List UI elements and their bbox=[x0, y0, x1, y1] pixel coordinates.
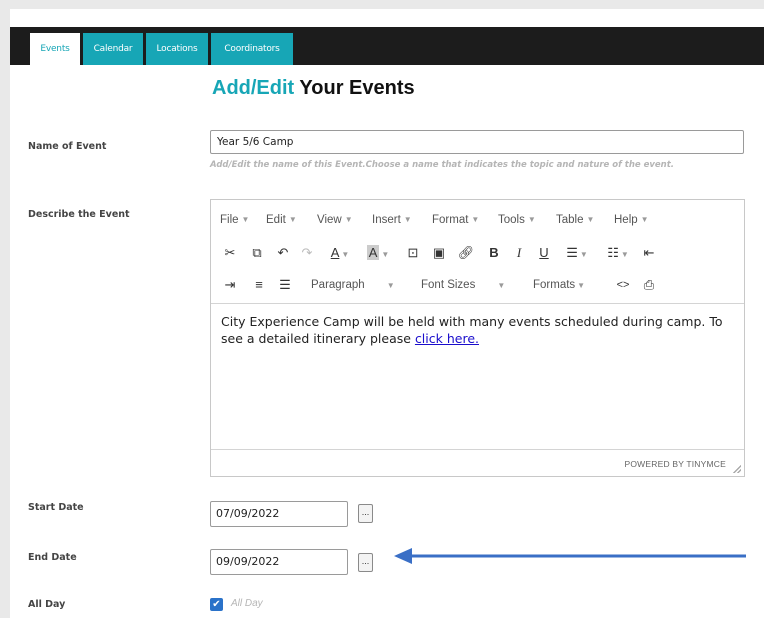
chevron-down-icon: ▼ bbox=[497, 281, 506, 290]
menu-table[interactable]: Table ▼ bbox=[556, 214, 594, 226]
name-of-event-label: Name of Event bbox=[28, 141, 107, 152]
menu-insert-label: Insert bbox=[372, 214, 401, 226]
describe-event-label: Describe the Event bbox=[28, 209, 130, 220]
numbered-list-icon[interactable]: ☷ ▼ bbox=[601, 242, 635, 264]
background-color-icon[interactable]: A ▼ bbox=[361, 242, 395, 264]
code-icon[interactable]: <> bbox=[613, 274, 633, 296]
menu-edit[interactable]: Edit ▼ bbox=[266, 214, 297, 226]
chevron-down-icon: ▼ bbox=[640, 215, 649, 224]
link-icon[interactable]: 🔗︎ bbox=[456, 242, 476, 264]
menu-edit-label: Edit bbox=[266, 214, 286, 226]
toolbar-divider bbox=[211, 303, 744, 304]
paragraph-select[interactable]: Paragraph ▼ bbox=[311, 274, 411, 296]
editor-statusbar: POWERED BY TINYMCE bbox=[211, 449, 744, 476]
menu-tools[interactable]: Tools ▼ bbox=[498, 214, 536, 226]
menu-file-label: File bbox=[220, 214, 239, 226]
align-left-icon[interactable]: ≡ bbox=[249, 274, 269, 296]
calendar-picker-icon: ... bbox=[361, 556, 370, 566]
bullet-list-icon[interactable]: ☰ ▼ bbox=[560, 242, 594, 264]
underline-icon[interactable]: U bbox=[534, 242, 554, 264]
tab-events[interactable]: Events bbox=[30, 33, 80, 65]
chevron-down-icon: ▼ bbox=[527, 215, 536, 224]
start-date-input[interactable]: 07/09/2022 bbox=[210, 501, 348, 527]
resize-handle-icon[interactable] bbox=[733, 465, 741, 473]
paragraph-select-label: Paragraph bbox=[311, 279, 365, 291]
annotation-arrow-icon bbox=[394, 548, 746, 564]
all-day-label: All Day bbox=[28, 599, 66, 610]
event-name-input[interactable]: Year 5/6 Camp bbox=[210, 130, 744, 154]
chevron-down-icon: ▼ bbox=[586, 215, 595, 224]
italic-icon[interactable]: I bbox=[509, 242, 529, 264]
chevron-down-icon: ▼ bbox=[288, 215, 297, 224]
menu-help[interactable]: Help ▼ bbox=[614, 214, 649, 226]
indent-icon[interactable]: ⇥ bbox=[220, 274, 240, 296]
editor-toolbar-row-1: ✂ ⧉ ↶ ↷ A ▼ A ▼ ⊡ ▣ 🔗︎ B I U ☰ ▼ ☷ ▼ ⇤ bbox=[211, 238, 744, 268]
end-date-picker-button[interactable]: ... bbox=[358, 553, 373, 572]
menu-view-label: View bbox=[317, 214, 342, 226]
page-title-accent: Add/Edit bbox=[212, 77, 295, 99]
all-day-checkbox[interactable]: ✔ bbox=[210, 598, 223, 611]
editor-menubar: File ▼ Edit ▼ View ▼ Insert ▼ Format ▼ Tools ▼… bbox=[211, 200, 744, 234]
calendar-picker-icon: ... bbox=[361, 507, 370, 517]
menu-file[interactable]: File ▼ bbox=[220, 214, 249, 226]
start-date-label: Start Date bbox=[28, 502, 84, 513]
chevron-down-icon: ▼ bbox=[403, 215, 412, 224]
start-date-picker-button[interactable]: ... bbox=[358, 504, 373, 523]
editor-toolbar-row-2: ⇥ ≡ ☰ Paragraph ▼ Font Sizes ▼ Formats ▼ <>… bbox=[211, 270, 744, 300]
end-date-label: End Date bbox=[28, 552, 77, 563]
cut-icon[interactable]: ✂ bbox=[220, 242, 240, 264]
tab-coordinators[interactable]: Coordinators bbox=[211, 33, 293, 65]
image-icon[interactable]: ▣ bbox=[429, 242, 449, 264]
menu-insert[interactable]: Insert ▼ bbox=[372, 214, 412, 226]
media-icon[interactable]: ⊡ bbox=[403, 242, 423, 264]
menu-table-label: Table bbox=[556, 214, 584, 226]
menu-help-label: Help bbox=[614, 214, 638, 226]
rich-text-editor: File ▼ Edit ▼ View ▼ Insert ▼ Format ▼ Tools ▼… bbox=[210, 199, 745, 477]
page-title-rest: Your Events bbox=[294, 77, 415, 99]
chevron-down-icon: ▼ bbox=[344, 215, 353, 224]
menu-format[interactable]: Format ▼ bbox=[432, 214, 479, 226]
undo-icon[interactable]: ↶ bbox=[273, 242, 293, 264]
formats-select[interactable]: Formats ▼ bbox=[533, 274, 608, 296]
chevron-down-icon: ▼ bbox=[241, 215, 250, 224]
chevron-down-icon: ▼ bbox=[471, 215, 480, 224]
chevron-down-icon: ▼ bbox=[386, 281, 395, 290]
text-color-icon[interactable]: A ▼ bbox=[323, 242, 357, 264]
print-icon[interactable]: ⎙ bbox=[639, 274, 659, 296]
redo-icon[interactable]: ↷ bbox=[297, 242, 317, 264]
menu-format-label: Format bbox=[432, 214, 469, 226]
align-center-icon[interactable]: ☰ bbox=[275, 274, 295, 296]
tab-locations[interactable]: Locations bbox=[146, 33, 208, 65]
outdent-icon[interactable]: ⇤ bbox=[639, 242, 659, 264]
chevron-down-icon: ▼ bbox=[577, 281, 586, 290]
menu-tools-label: Tools bbox=[498, 214, 525, 226]
menu-view[interactable]: View ▼ bbox=[317, 214, 353, 226]
copy-icon[interactable]: ⧉ bbox=[247, 242, 267, 264]
tab-calendar[interactable]: Calendar bbox=[83, 33, 143, 65]
itinerary-link[interactable]: click here. bbox=[415, 331, 479, 346]
end-date-input[interactable]: 09/09/2022 bbox=[210, 549, 348, 575]
bold-icon[interactable]: B bbox=[484, 242, 504, 264]
font-sizes-select-label: Font Sizes bbox=[421, 279, 476, 291]
event-name-hint: Add/Edit the name of this Event.Choose a… bbox=[210, 160, 675, 170]
formats-select-label: Formats bbox=[533, 279, 576, 291]
checkbox-check-icon: ✔ bbox=[212, 599, 221, 610]
page-title: Add/Edit Your Events bbox=[212, 77, 415, 100]
powered-by-tinymce-link[interactable]: POWERED BY TINYMCE bbox=[624, 459, 726, 469]
editor-content-area[interactable]: City Experience Camp will be held with m… bbox=[221, 313, 736, 347]
all-day-checkbox-text: All Day bbox=[231, 598, 263, 609]
font-sizes-select[interactable]: Font Sizes ▼ bbox=[421, 274, 521, 296]
